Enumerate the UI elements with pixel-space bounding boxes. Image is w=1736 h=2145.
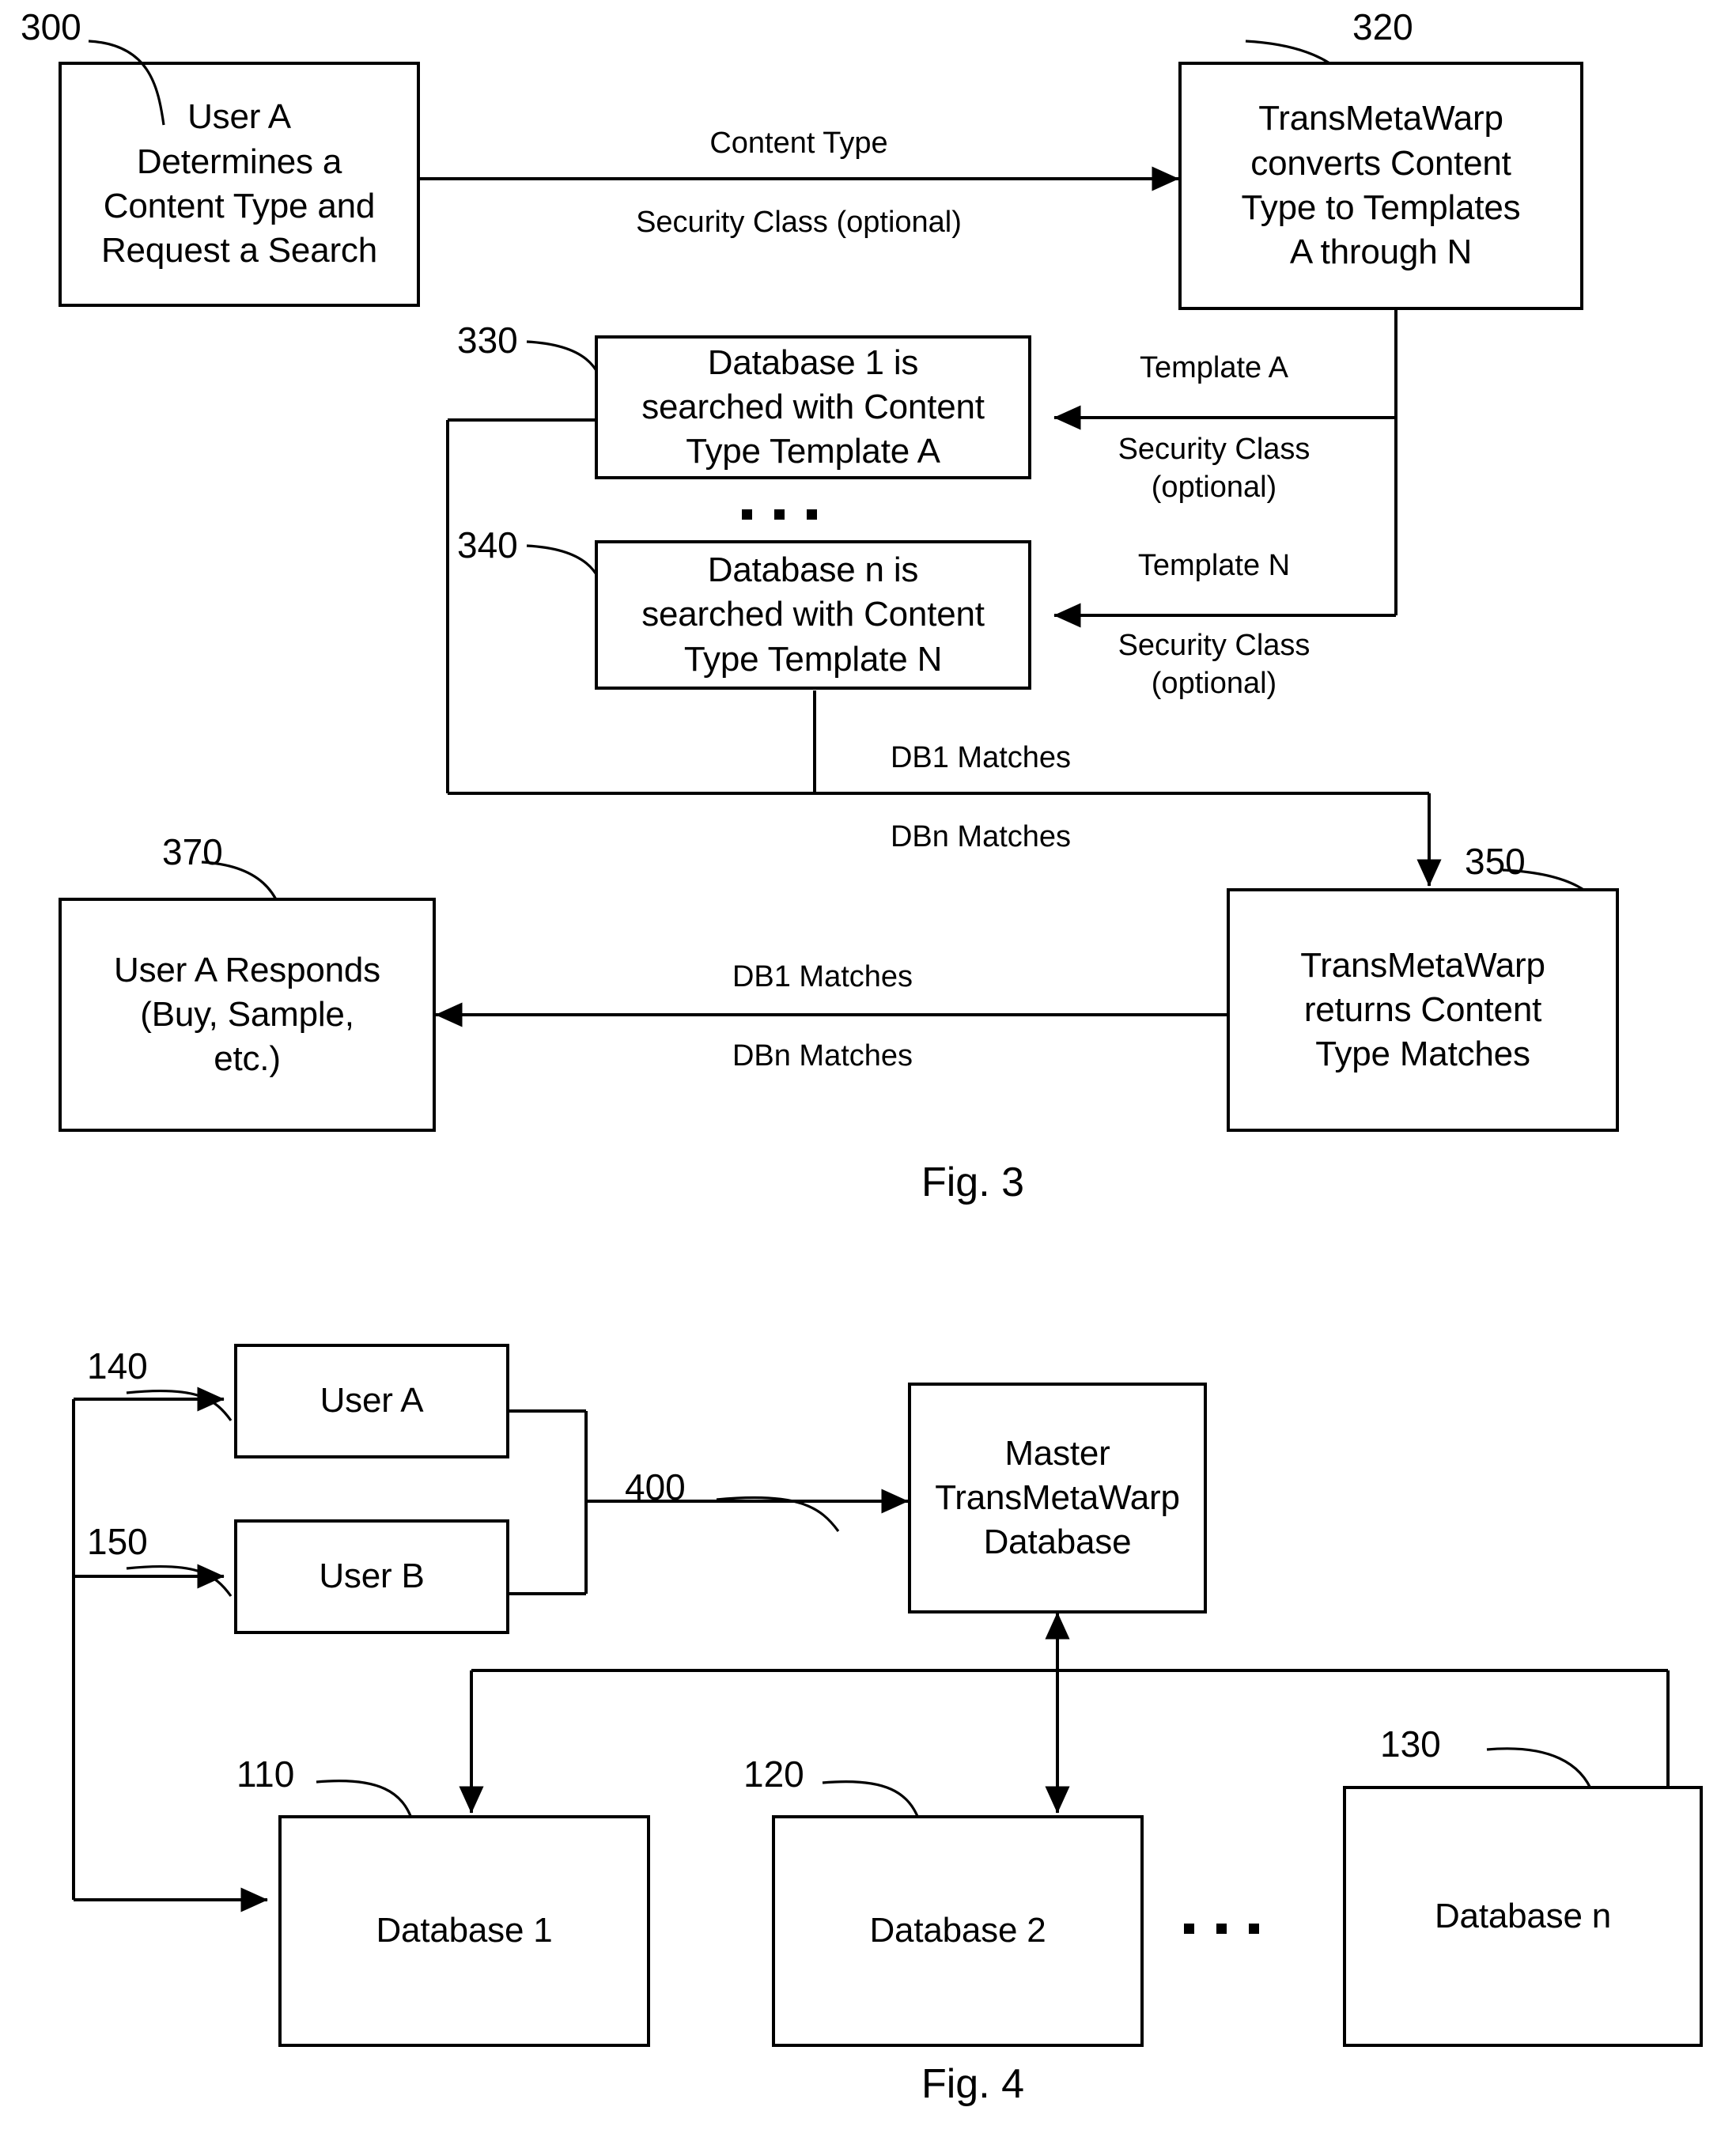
ref-number-150: 150 xyxy=(87,1521,148,1562)
figure-4-caption: Fig. 4 xyxy=(921,2061,1025,2107)
ref-number-120: 120 xyxy=(743,1753,804,1795)
box-database-1[interactable]: Database 1 xyxy=(278,1815,650,2047)
edge-label-security-class-n: Security Class (optional) xyxy=(1118,629,1311,700)
box-label: Master TransMetaWarp Database xyxy=(935,1433,1180,1562)
ref-number-130: 130 xyxy=(1380,1723,1441,1765)
ref-number-340: 340 xyxy=(457,524,518,566)
dot xyxy=(1184,1924,1194,1934)
edge-label-dbn-matches-up: DBn Matches xyxy=(890,820,1072,853)
edge-label-template-n: Template N xyxy=(1137,549,1291,582)
dot xyxy=(1216,1924,1227,1934)
edge-label-template-a: Template A xyxy=(1140,351,1288,384)
box-user-a-determines[interactable]: User A Determines a Content Type and Req… xyxy=(59,62,420,307)
box-label: Database n is searched with Content Type… xyxy=(641,550,985,679)
box-user-a[interactable]: User A xyxy=(234,1344,509,1458)
edge-label-content-type: Content Type xyxy=(709,127,888,160)
box-database-n[interactable]: Database n xyxy=(1343,1786,1703,2047)
dot xyxy=(774,509,785,520)
edge-label-dbn-matches-return: DBn Matches xyxy=(732,1039,913,1072)
ellipsis-dots-fig3 xyxy=(742,509,817,520)
ref-number-140: 140 xyxy=(87,1345,148,1386)
ref-number-370: 370 xyxy=(162,831,223,872)
edge-label-security-class-optional: Security Class (optional) xyxy=(636,206,962,239)
box-label: User B xyxy=(319,1557,425,1596)
box-database-1-searched[interactable]: Database 1 is searched with Content Type… xyxy=(595,335,1031,479)
box-user-b[interactable]: User B xyxy=(234,1519,509,1634)
dot xyxy=(742,509,752,520)
box-database-n-searched[interactable]: Database n is searched with Content Type… xyxy=(595,540,1031,690)
box-label: TransMetaWarp returns Content Type Match… xyxy=(1300,945,1545,1074)
box-database-2[interactable]: Database 2 xyxy=(772,1815,1144,2047)
ref-number-330: 330 xyxy=(457,320,518,361)
ellipsis-dots-fig4 xyxy=(1184,1924,1259,1934)
box-master-transmetawarp-database[interactable]: Master TransMetaWarp Database xyxy=(908,1383,1207,1613)
figure-3-caption: Fig. 3 xyxy=(921,1160,1025,1205)
ref-number-320: 320 xyxy=(1352,6,1413,47)
box-label: Database n xyxy=(1434,1896,1612,1935)
box-transmetawarp-returns[interactable]: TransMetaWarp returns Content Type Match… xyxy=(1227,888,1619,1132)
box-user-a-responds[interactable]: User A Responds (Buy, Sample, etc.) xyxy=(59,898,436,1132)
ref-number-400: 400 xyxy=(625,1466,686,1508)
box-label: Database 1 is searched with Content Type… xyxy=(641,342,985,471)
dot xyxy=(1249,1924,1259,1934)
box-label: TransMetaWarp converts Content Type to T… xyxy=(1241,99,1521,272)
box-label: Database 1 xyxy=(376,1911,553,1950)
box-label: User A Responds (Buy, Sample, etc.) xyxy=(114,950,380,1079)
box-label: User A Determines a Content Type and Req… xyxy=(100,97,377,270)
patent-drawing-sheet: User A Determines a Content Type and Req… xyxy=(0,0,1736,2145)
box-label: User A xyxy=(320,1381,424,1421)
dot xyxy=(807,509,817,520)
edge-label-security-class-a: Security Class (optional) xyxy=(1118,433,1311,504)
box-label: Database 2 xyxy=(869,1911,1046,1950)
box-transmetawarp-converts[interactable]: TransMetaWarp converts Content Type to T… xyxy=(1178,62,1583,310)
edge-label-db1-matches-return: DB1 Matches xyxy=(732,960,913,993)
ref-number-110: 110 xyxy=(236,1753,295,1795)
ref-number-350: 350 xyxy=(1465,841,1526,882)
edge-label-db1-matches-up: DB1 Matches xyxy=(890,741,1072,774)
ref-number-300: 300 xyxy=(21,6,81,47)
